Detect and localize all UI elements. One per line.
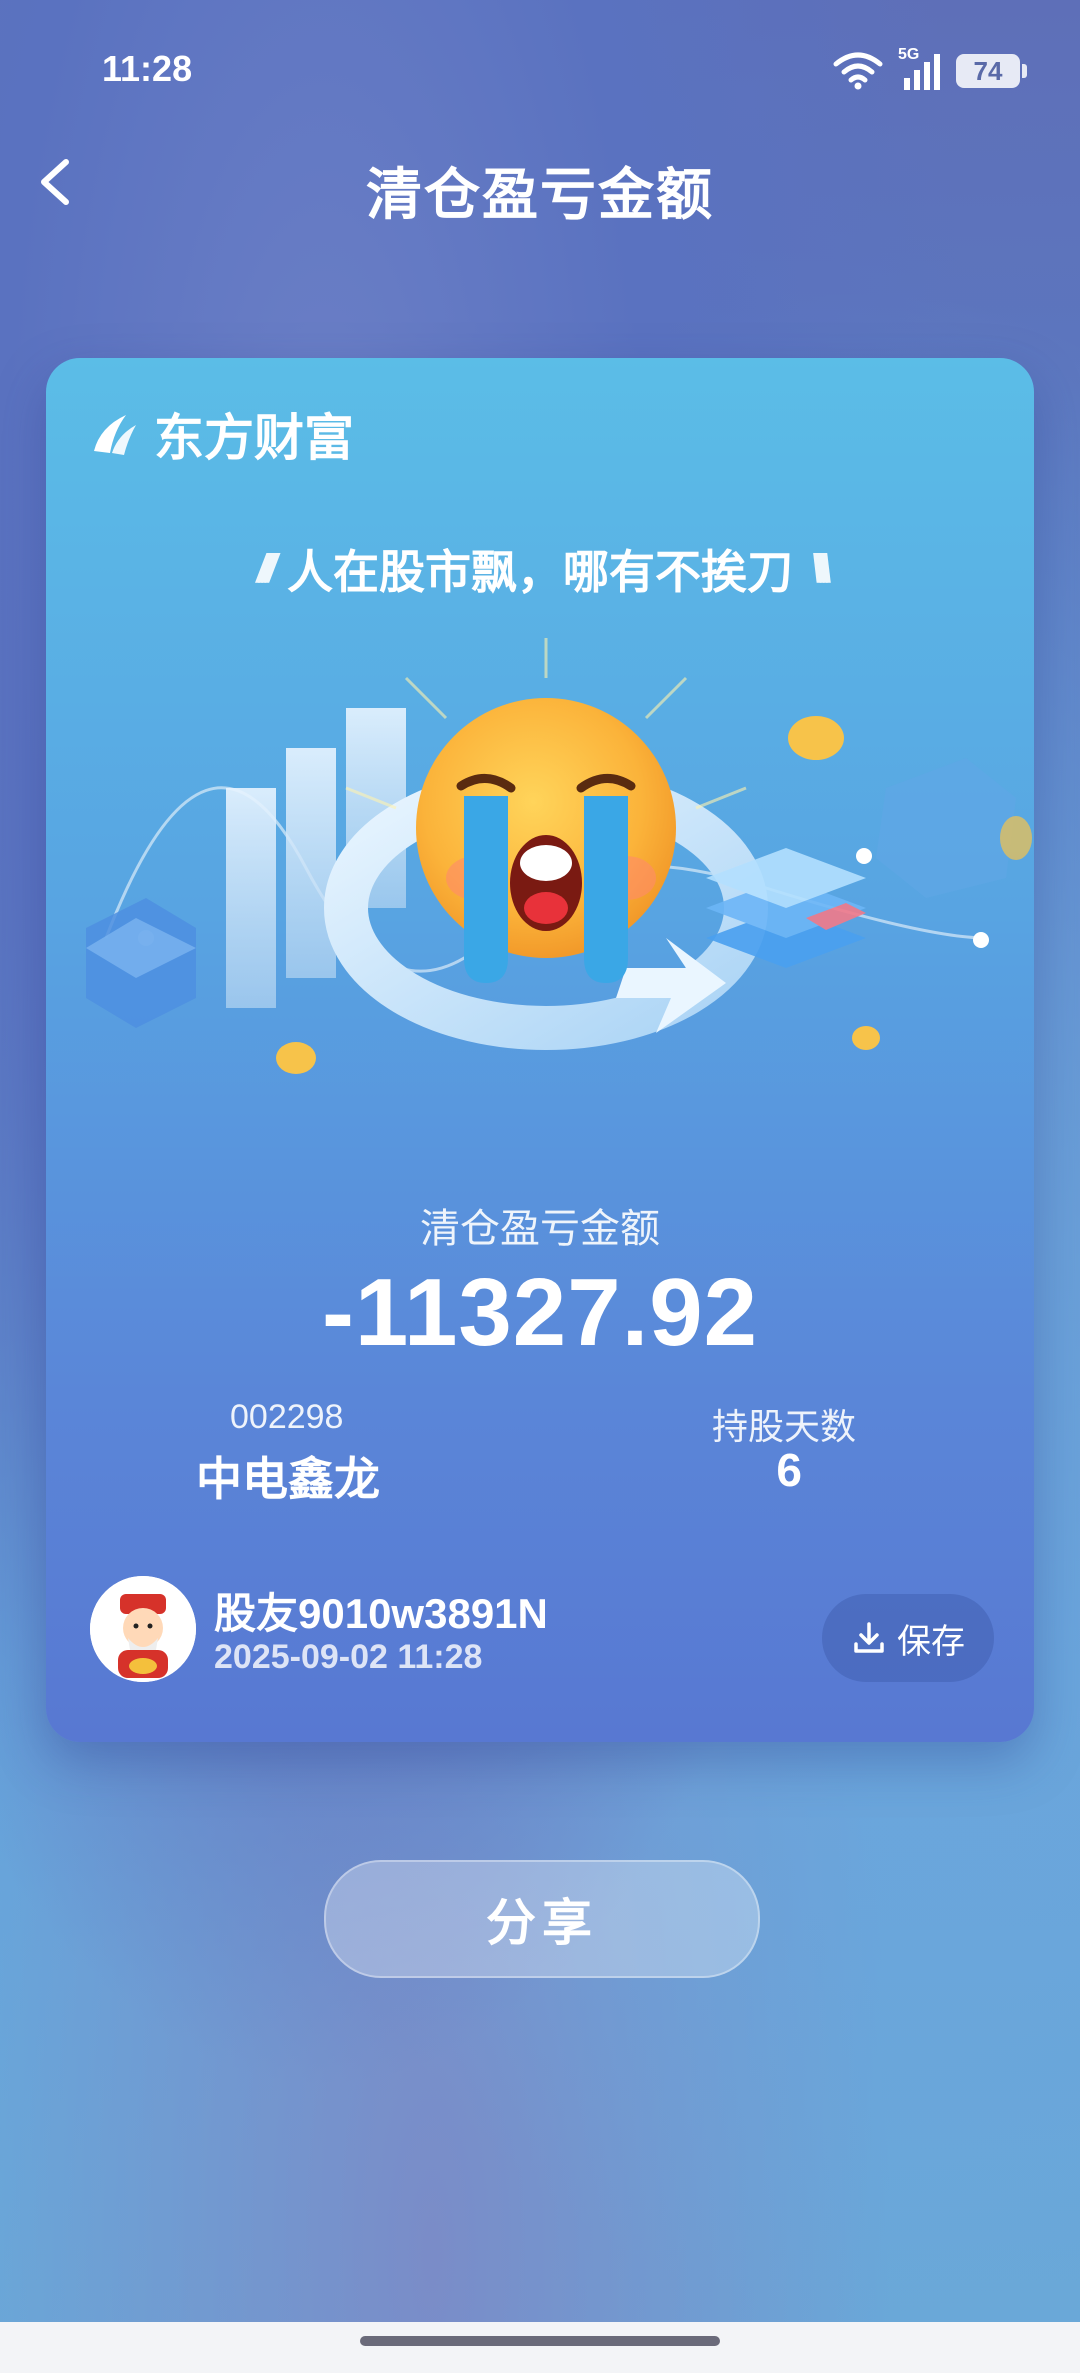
wifi-icon	[833, 52, 883, 90]
slash-decoration-right: \\\\	[811, 546, 832, 591]
page-title: 清仓盈亏金额	[366, 163, 714, 226]
bottom-strip	[0, 2322, 1080, 2373]
brand-logo: 东方财富	[86, 398, 354, 470]
avatar	[90, 1576, 196, 1682]
stock-name: 中电鑫龙	[196, 1453, 380, 1505]
crying-emoji-illustration	[86, 638, 1032, 1074]
status-time: 11:28	[102, 48, 193, 89]
save-label: 保存	[897, 1622, 965, 1661]
slogan: //// 人在股市飘，哪有不挨刀 \\\\	[46, 536, 1034, 602]
brand-name: 东方财富	[154, 410, 354, 466]
slash-decoration-left: ////	[256, 546, 278, 591]
battery-icon: 74	[956, 54, 1027, 88]
pnl-amount: -11327.92	[321, 1259, 759, 1366]
amount-label: 清仓盈亏金额	[420, 1207, 660, 1251]
signal-icon: 5G	[898, 46, 942, 92]
holding-days-value: 6	[776, 1444, 802, 1496]
nav-bar: 清仓盈亏金额	[0, 140, 1080, 230]
home-indicator[interactable]	[360, 2336, 720, 2346]
pnl-card: 东方财富 //// 人在股市飘，哪有不挨刀 \\\\ 清仓盈亏金额 -11327…	[46, 358, 1034, 1742]
user-timestamp: 2025-09-02 11:28	[214, 1638, 483, 1676]
status-icons: 5G 74	[832, 46, 1027, 92]
coin	[788, 716, 844, 760]
stock-code: 002298	[230, 1398, 344, 1436]
download-icon	[854, 1622, 884, 1653]
slogan-text: 人在股市飘，哪有不挨刀	[287, 546, 793, 598]
cube-right	[876, 758, 1016, 898]
share-button[interactable]: 分享	[324, 1860, 760, 1978]
save-button[interactable]: 保存	[822, 1594, 994, 1682]
brand-logo-icon	[94, 415, 136, 455]
user-name: 股友9010w3891N	[214, 1590, 548, 1637]
status-bar: 11:28 5G 74	[0, 0, 1080, 140]
